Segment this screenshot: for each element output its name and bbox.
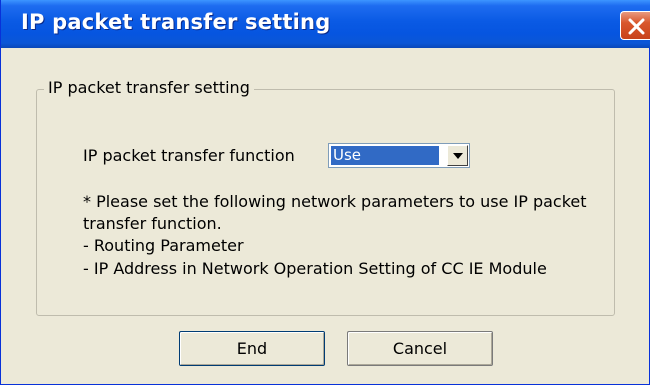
- group-legend: IP packet transfer setting: [44, 78, 254, 97]
- function-label: IP packet transfer function: [83, 146, 295, 165]
- chevron-down-icon[interactable]: [447, 145, 468, 166]
- close-button[interactable]: [620, 11, 650, 40]
- window-title: IP packet transfer setting: [21, 10, 331, 34]
- close-icon: [628, 18, 645, 35]
- note-line: transfer function.: [83, 214, 222, 233]
- note-line: * Please set the following network param…: [83, 192, 587, 211]
- dialog-window: IP packet transfer setting IP packet tra…: [0, 0, 650, 385]
- end-button[interactable]: End: [179, 331, 325, 366]
- cancel-button[interactable]: Cancel: [347, 331, 493, 366]
- function-select[interactable]: Use: [328, 143, 470, 168]
- title-bar[interactable]: IP packet transfer setting: [1, 0, 650, 48]
- function-select-value: Use: [331, 146, 439, 165]
- note-line: - IP Address in Network Operation Settin…: [83, 259, 547, 278]
- note-line: - Routing Parameter: [83, 236, 244, 255]
